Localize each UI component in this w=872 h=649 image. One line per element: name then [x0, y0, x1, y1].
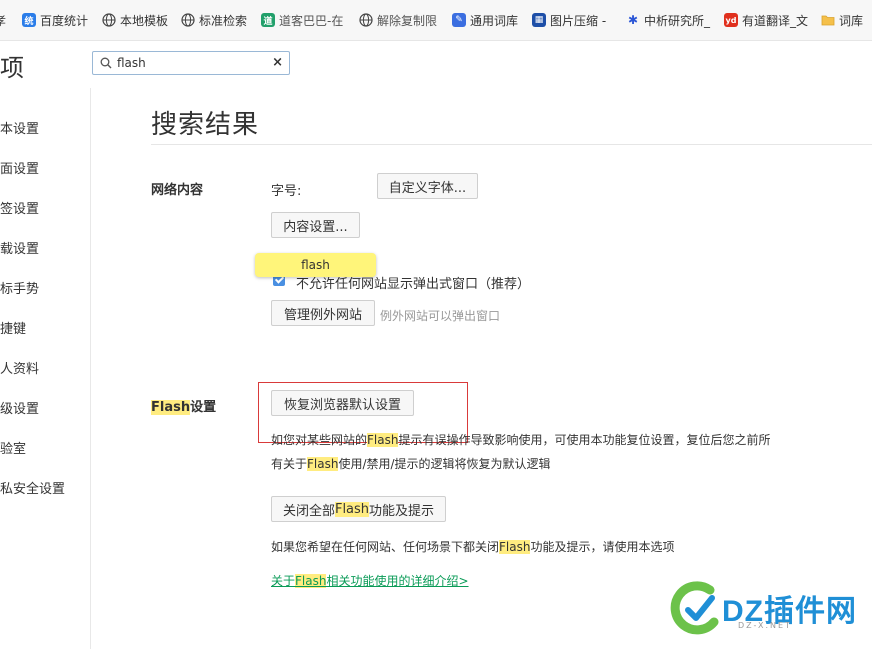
sidebar-item[interactable]: 人资料 [0, 358, 39, 377]
settings-search-box[interactable]: × [92, 51, 290, 75]
bookmark-label: 通用词库 [470, 13, 519, 28]
desc-text: 如果您希望在任何网站、任何场景下都关闭 [271, 540, 500, 554]
manage-exceptions-button[interactable]: 管理例外网站 [271, 300, 375, 326]
disable-all-flash-button[interactable]: 关闭全部 Flash 功能及提示 [271, 496, 446, 522]
sidebar-item[interactable]: 私安全设置 [0, 478, 65, 497]
bookmark-label: 解除复制限 [377, 13, 438, 28]
bookmark-item[interactable]: ▦ 图片压缩 - [532, 11, 606, 29]
network-content-label: 网络内容 [151, 183, 204, 198]
globe-icon [181, 13, 195, 27]
search-input[interactable] [117, 54, 267, 72]
bookmark-label: 孝 [0, 12, 6, 29]
content-settings-button[interactable]: 内容设置... [271, 212, 360, 238]
image-icon: ▦ [532, 13, 546, 27]
search-icon [100, 57, 112, 69]
bookmark-item[interactable]: 统 百度统计 [22, 11, 88, 29]
search-results-title: 搜索结果 [151, 110, 260, 140]
bookmark-item[interactable]: 解除复制限 [359, 11, 437, 29]
watermark-subtext: DZ-X.NET [738, 621, 792, 630]
flash-highlight: Flash [307, 457, 339, 471]
flash-settings-label-rest: 设置 [190, 400, 217, 415]
pen-icon: ✎ [452, 13, 466, 27]
settings-sidebar: 本设置 面设置 签设置 载设置 标手势 捷键 人资料 级设置 验室 私安全设置 [0, 88, 91, 649]
sidebar-item[interactable]: 捷键 [0, 318, 26, 337]
desc-text: 有关于 [271, 457, 308, 471]
bookmark-label: 百度统计 [40, 13, 89, 28]
sidebar-item[interactable]: 面设置 [0, 158, 39, 177]
flash-highlight: Flash [151, 400, 191, 415]
desc-text: 使用/禁用/提示的逻辑将恢复为默认逻辑 [338, 457, 551, 471]
flash-help-link[interactable]: 关于Flash相关功能使用的详细介绍> [271, 572, 469, 589]
bookmark-label: 中析研究所_ [644, 13, 711, 28]
custom-font-button[interactable]: 自定义字体... [377, 173, 478, 199]
doc88-icon: 道 [261, 13, 275, 27]
flash-settings-label: Flash设置 [151, 396, 216, 415]
font-size-label: 字号: [271, 184, 302, 199]
clear-search-icon[interactable]: × [272, 55, 283, 71]
sidebar-item[interactable]: 载设置 [0, 238, 39, 257]
desc-text: 如您对某些网站的 [271, 433, 368, 447]
flash-highlight: Flash [334, 501, 370, 517]
flash-reset-description-line1: 如您对某些网站的Flash提示有误操作导致影响使用，可使用本功能复位设置，复位后… [271, 431, 770, 448]
bookmark-item[interactable]: 道 道客巴巴-在 [261, 11, 343, 29]
desc-text: 功能及提示，请使用本选项 [530, 540, 675, 554]
link-text: 关于 [271, 574, 296, 588]
button-text: 关闭全部 [282, 503, 335, 519]
sidebar-item[interactable]: 标手势 [0, 278, 39, 297]
flash-reset-description-line2: 有关于Flash使用/禁用/提示的逻辑将恢复为默认逻辑 [271, 455, 551, 472]
flash-highlight: Flash [295, 574, 327, 588]
bookmark-item[interactable]: 词库 [821, 11, 863, 29]
baidu-tongji-icon: 统 [22, 13, 36, 27]
bookmark-label: 本地模板 [120, 13, 169, 28]
bookmarks-bar: 孝 统 百度统计 本地模板 标准检索 道 道客巴巴-在 解除复制限 ✎ 通用词库… [0, 0, 872, 41]
sidebar-item[interactable]: 验室 [0, 438, 26, 457]
search-match-tooltip: flash [255, 253, 376, 277]
sidebar-item[interactable]: 本设置 [0, 118, 39, 137]
globe-icon [359, 13, 373, 27]
bookmark-label: 有道翻译_文 [742, 13, 809, 28]
baidu-paw-icon: ✱ [627, 13, 639, 27]
bookmark-item[interactable]: ✱ 中析研究所_ [626, 11, 710, 29]
flash-highlight: Flash [499, 540, 531, 554]
bookmark-item[interactable]: 本地模板 [102, 11, 168, 29]
bookmark-label: 道客巴巴-在 [279, 13, 344, 28]
folder-icon [821, 13, 835, 27]
bookmark-label: 标准检索 [199, 13, 248, 28]
bookmark-item[interactable]: 标准检索 [181, 11, 247, 29]
bookmark-item[interactable]: 孝 [0, 11, 6, 29]
exceptions-hint: 例外网站可以弹出窗口 [380, 309, 501, 323]
bookmark-label: 图片压缩 - [550, 13, 607, 28]
disable-flash-description: 如果您希望在任何网站、任何场景下都关闭Flash功能及提示，请使用本选项 [271, 538, 674, 555]
page-heading: 项 [0, 54, 24, 82]
link-text: 相关功能使用的详细介绍> [326, 574, 469, 588]
globe-icon [102, 13, 116, 27]
dz-logo-icon [670, 581, 719, 635]
sidebar-item[interactable]: 级设置 [0, 398, 39, 417]
sidebar-item[interactable]: 签设置 [0, 198, 39, 217]
title-divider [151, 144, 872, 145]
desc-text: 提示有误操作导致影响使用，可使用本功能复位设置，复位后您之前所 [398, 433, 771, 447]
flash-highlight: Flash [367, 433, 399, 447]
bookmark-item[interactable]: ✎ 通用词库 [452, 11, 518, 29]
youdao-icon: yd [724, 13, 738, 27]
restore-defaults-button[interactable]: 恢复浏览器默认设置 [271, 390, 414, 416]
bookmark-item[interactable]: yd 有道翻译_文 [724, 11, 808, 29]
bookmark-label: 词库 [839, 13, 864, 28]
button-text: 功能及提示 [369, 503, 435, 519]
